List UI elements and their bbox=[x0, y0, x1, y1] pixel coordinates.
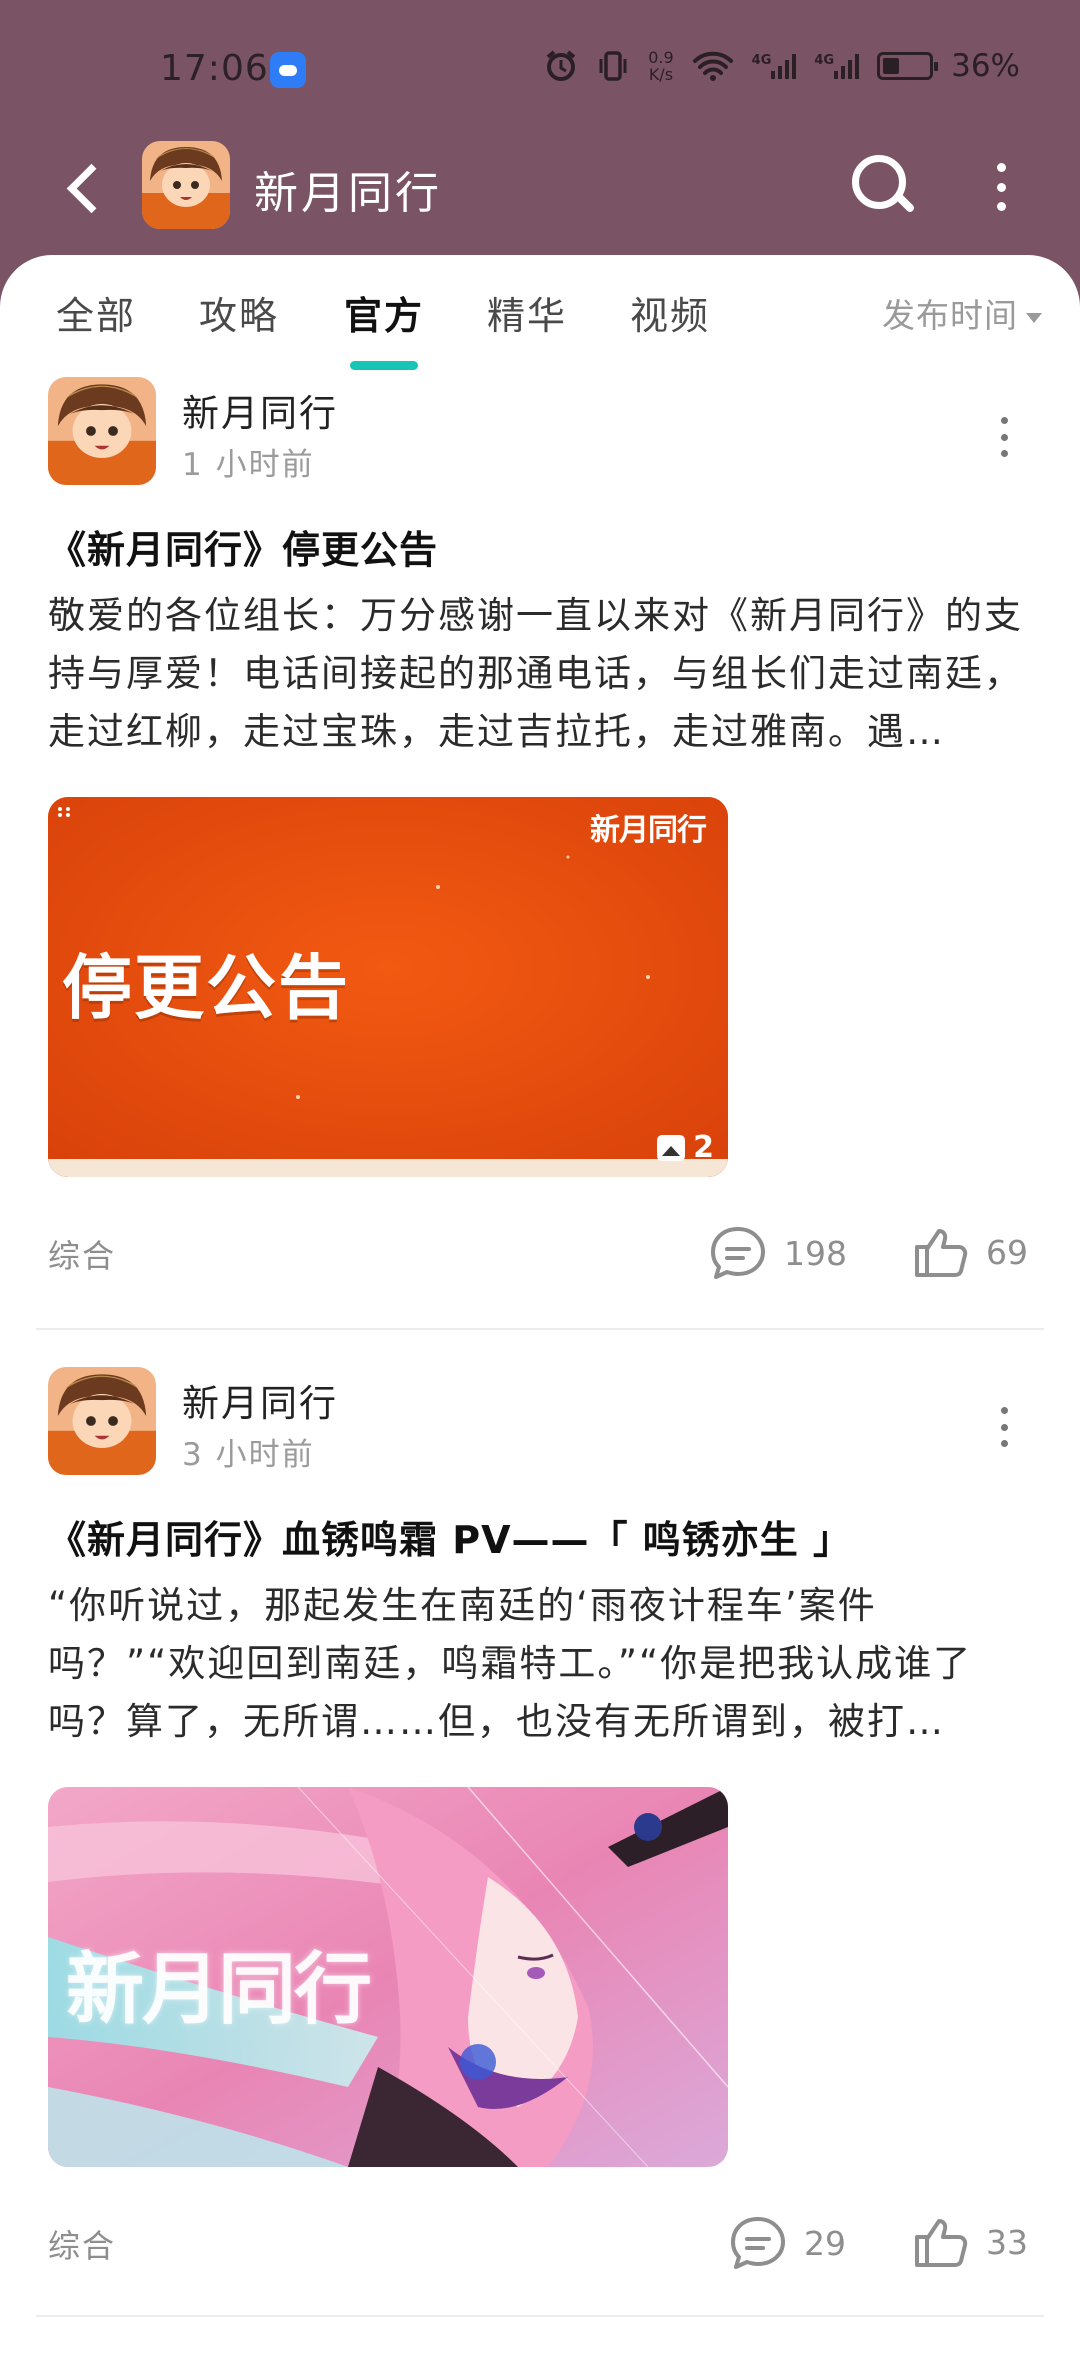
post-image[interactable]: 新月同行 bbox=[48, 1787, 728, 2167]
avatar-portrait-icon bbox=[48, 377, 156, 485]
like-button[interactable]: 69 bbox=[912, 1225, 1028, 1279]
image-count-value: 2 bbox=[693, 1130, 714, 1165]
image-count: 2 bbox=[657, 1130, 714, 1165]
avatar-portrait-icon bbox=[142, 141, 230, 229]
comment-icon bbox=[731, 2217, 785, 2269]
signal-2: 4G bbox=[814, 53, 860, 79]
post-body[interactable]: 敬爱的各位组长：万分感谢一直以来对《新月同行》的支持与厚爱！电话间接起的那通电话… bbox=[48, 587, 1032, 761]
avatar-portrait-icon bbox=[48, 1367, 156, 1475]
tab-all[interactable]: 全部 bbox=[56, 285, 136, 340]
status-time: 17:06 bbox=[160, 48, 269, 89]
comment-icon bbox=[711, 1227, 765, 1279]
sort-dropdown[interactable]: 发布时间 bbox=[882, 289, 1042, 337]
post-divider bbox=[36, 2315, 1044, 2317]
tab-bar: 全部 攻略 官方 精华 视频 发布时间 bbox=[0, 285, 1080, 370]
author-avatar[interactable] bbox=[48, 377, 156, 485]
post-time: 1 小时前 bbox=[182, 447, 315, 483]
post-card[interactable]: 新月同行 3 小时前 《新月同行》血锈鸣霜 PV——「 鸣锈亦生 」 “你听说过… bbox=[0, 1367, 1080, 2357]
back-icon[interactable] bbox=[56, 157, 116, 217]
post-body[interactable]: “你听说过，那起发生在南廷的‘雨夜计程车’案件吗？”“欢迎回到南廷，鸣霜特工。”… bbox=[48, 1577, 1032, 1751]
app-title: 新月同行 bbox=[254, 168, 442, 219]
caret-down-icon bbox=[1026, 312, 1042, 323]
signal-1: 4G bbox=[752, 53, 797, 79]
post-more-icon[interactable] bbox=[998, 417, 1010, 457]
post-divider bbox=[36, 1328, 1044, 1330]
image-headline: 停更公告 bbox=[62, 947, 350, 1029]
thumbs-up-icon bbox=[915, 2219, 968, 2267]
battery-icon bbox=[877, 52, 939, 80]
signal-1-label: 4G bbox=[751, 53, 772, 68]
like-count: 69 bbox=[986, 1232, 1028, 1272]
content-sheet: 全部 攻略 官方 精华 视频 发布时间 新月同行 1 小时前 《新月同行》停更公 bbox=[0, 255, 1080, 2359]
tab-guides[interactable]: 攻略 bbox=[199, 285, 279, 340]
weather-icon bbox=[270, 52, 306, 88]
image-logo: 新月同行 bbox=[590, 813, 707, 848]
thumbs-up-icon bbox=[915, 1229, 968, 1277]
more-icon[interactable] bbox=[986, 163, 1016, 211]
post-title[interactable]: 《新月同行》停更公告 bbox=[48, 519, 438, 574]
wifi-icon bbox=[692, 51, 733, 81]
tab-videos[interactable]: 视频 bbox=[630, 285, 710, 340]
author-name[interactable]: 新月同行 bbox=[182, 1373, 338, 1427]
post-image[interactable]: 新月同行 停更公告 2 bbox=[48, 797, 728, 1177]
like-button[interactable]: 33 bbox=[912, 2215, 1028, 2269]
active-tab-indicator bbox=[350, 361, 418, 370]
sort-label: 发布时间 bbox=[882, 296, 1018, 335]
tab-featured[interactable]: 精华 bbox=[487, 285, 567, 340]
author-avatar[interactable] bbox=[48, 1367, 156, 1475]
comment-count: 198 bbox=[784, 1233, 847, 1273]
comment-button[interactable]: 29 bbox=[728, 2215, 846, 2271]
gallery-icon bbox=[657, 1134, 686, 1161]
post-more-icon[interactable] bbox=[998, 1407, 1010, 1447]
app-avatar[interactable] bbox=[142, 141, 230, 229]
signal-bars-icon bbox=[771, 53, 797, 79]
image-logo: 新月同行 bbox=[66, 1945, 372, 2035]
post-category[interactable]: 综合 bbox=[48, 2221, 116, 2267]
status-bar: 17:06 0.9 K/s 4G 4G 36% bbox=[0, 0, 1080, 135]
vibrate-icon bbox=[599, 51, 627, 81]
post-category[interactable]: 综合 bbox=[48, 1231, 116, 1277]
status-icons: 0.9 K/s 4G 4G 36% bbox=[544, 48, 1020, 84]
net-speed: 0.9 K/s bbox=[648, 49, 673, 83]
post-time: 3 小时前 bbox=[182, 1437, 315, 1473]
alarm-icon bbox=[546, 50, 576, 81]
post-title[interactable]: 《新月同行》血锈鸣霜 PV——「 鸣锈亦生 」 bbox=[48, 1509, 852, 1564]
comment-count: 29 bbox=[804, 2223, 846, 2263]
signal-2-label: 4G bbox=[814, 53, 835, 68]
app-header: 新月同行 bbox=[0, 135, 1080, 255]
comment-button[interactable]: 198 bbox=[708, 1225, 847, 1281]
author-name[interactable]: 新月同行 bbox=[182, 383, 338, 437]
like-count: 33 bbox=[986, 2222, 1028, 2262]
signal-bars-icon bbox=[834, 53, 860, 79]
post-card[interactable]: 新月同行 1 小时前 《新月同行》停更公告 敬爱的各位组长：万分感谢一直以来对《… bbox=[0, 377, 1080, 1377]
net-speed-value: 0.9 bbox=[648, 48, 674, 67]
search-icon[interactable] bbox=[846, 149, 916, 219]
battery-level: 36% bbox=[951, 48, 1020, 84]
tab-official[interactable]: 官方 bbox=[344, 285, 424, 340]
net-speed-unit: K/s bbox=[648, 65, 674, 84]
